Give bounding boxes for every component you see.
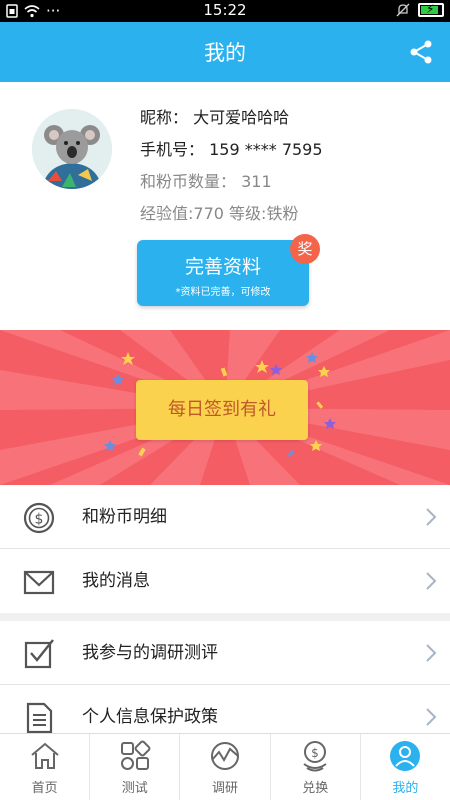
coins-value: 311 (241, 172, 272, 191)
nickname-label: 昵称： (140, 108, 189, 127)
level-value: 铁粉 (266, 204, 299, 223)
coin-icon: $ (23, 502, 55, 534)
complete-profile-sublabel: *资料已完善，可修改 (175, 287, 271, 298)
exp-label: 经验值: (140, 204, 194, 223)
home-icon (30, 742, 59, 769)
tab-mine[interactable]: 我的 (361, 734, 450, 800)
tab-survey[interactable]: 调研 (180, 734, 271, 800)
chevron-right-icon (426, 572, 437, 590)
tab-label: 兑换 (302, 781, 329, 796)
battery-icon: ⚡ (418, 2, 444, 17)
complete-profile-button[interactable]: 完善资料 *资料已完善，可修改 (137, 240, 309, 306)
coins-label: 和粉币数量： (140, 172, 237, 191)
daily-checkin-button[interactable]: 每日签到有礼 (136, 380, 308, 440)
reward-badge: 奖 (290, 234, 320, 264)
app-header: 我的 (0, 22, 450, 82)
svg-text:$: $ (311, 746, 319, 760)
status-time: 15:22 (203, 1, 247, 19)
koala-avatar-icon (32, 109, 112, 189)
tab-label: 首页 (31, 781, 58, 796)
menu-item-coin-details[interactable]: $ 和粉币明细 (0, 485, 450, 549)
level-label: 等级: (229, 204, 267, 223)
tab-home[interactable]: 首页 (0, 734, 91, 800)
nickname-value: 大可爱哈哈哈 (193, 108, 290, 127)
chevron-right-icon (426, 508, 437, 526)
exchange-coins-icon: $ (303, 741, 327, 772)
profile-info: 昵称： 大可爱哈哈哈 手机号： 159 **** 7595 和粉币数量： 311… (140, 102, 323, 230)
tab-label: 我的 (392, 781, 419, 796)
tab-exchange[interactable]: $ 兑换 (271, 734, 361, 800)
chart-icon (211, 742, 239, 770)
profile-card: 昵称： 大可爱哈哈哈 手机号： 159 **** 7595 和粉币数量： 311… (0, 82, 450, 330)
checkbox-icon (24, 639, 54, 669)
menu-label: 我参与的调研测评 (82, 643, 218, 663)
tab-label: 调研 (212, 781, 239, 796)
exp-level-row: 经验值:770 等级:铁粉 (140, 198, 323, 230)
menu-group-2: 我参与的调研测评 个人信息保护政策 (0, 621, 450, 749)
menu-label: 和粉币明细 (82, 507, 167, 527)
chevron-right-icon (426, 708, 437, 726)
grid-shapes-icon (120, 740, 151, 770)
tab-test[interactable]: 测试 (90, 734, 181, 800)
envelope-icon (23, 570, 55, 595)
checkin-banner: 每日签到有礼 (0, 330, 450, 485)
coins-row: 和粉币数量： 311 (140, 166, 323, 198)
nickname-row: 昵称： 大可爱哈哈哈 (140, 102, 323, 134)
phone-value: 159 **** 7595 (209, 140, 323, 159)
tab-label: 测试 (121, 781, 148, 796)
svg-text:$: $ (35, 512, 44, 528)
menu-item-my-surveys[interactable]: 我参与的调研测评 (0, 621, 450, 685)
menu-label: 我的消息 (82, 571, 150, 591)
avatar[interactable] (32, 109, 112, 189)
bottom-tab-bar: 首页 测试 调研 $ 兑换 我的 (0, 733, 450, 800)
document-icon (26, 702, 53, 734)
chevron-right-icon (426, 644, 437, 662)
share-icon[interactable] (408, 39, 434, 65)
menu-group-1: $ 和粉币明细 我的消息 (0, 485, 450, 613)
phone-label: 手机号： (140, 140, 205, 159)
phone-row: 手机号： 159 **** 7595 (140, 134, 323, 166)
status-bar: ··· 15:22 ⚡ (0, 0, 450, 22)
menu-item-my-messages[interactable]: 我的消息 (0, 549, 450, 613)
mute-bell-icon (396, 3, 410, 17)
complete-profile-label: 完善资料 (184, 256, 261, 278)
exp-value: 770 (193, 204, 224, 223)
status-right: ⚡ (396, 2, 444, 17)
user-icon (390, 741, 421, 771)
page-title: 我的 (204, 41, 246, 65)
